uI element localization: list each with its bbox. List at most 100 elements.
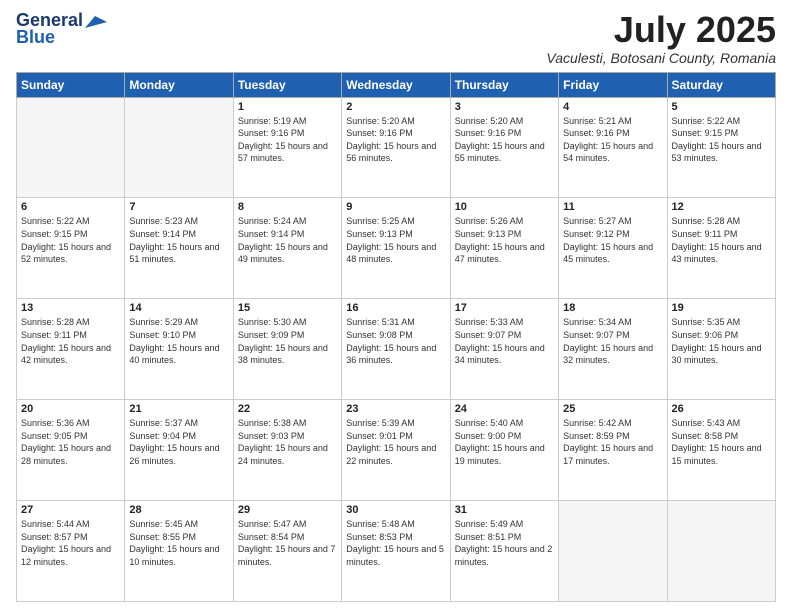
calendar-cell: 4Sunrise: 5:21 AM Sunset: 9:16 PM Daylig… <box>559 97 667 198</box>
day-info: Sunrise: 5:31 AM Sunset: 9:08 PM Dayligh… <box>346 316 445 366</box>
day-number: 16 <box>346 302 445 314</box>
day-info: Sunrise: 5:23 AM Sunset: 9:14 PM Dayligh… <box>129 215 228 265</box>
logo-icon <box>85 14 107 30</box>
day-info: Sunrise: 5:35 AM Sunset: 9:06 PM Dayligh… <box>672 316 771 366</box>
day-info: Sunrise: 5:43 AM Sunset: 8:58 PM Dayligh… <box>672 417 771 467</box>
calendar-cell: 14Sunrise: 5:29 AM Sunset: 9:10 PM Dayli… <box>125 299 233 400</box>
calendar-cell: 13 Sunrise: 5:28 AM Sunset: 9:11 PM Dayli… <box>17 299 125 400</box>
week-row-3: 13 Sunrise: 5:28 AM Sunset: 9:11 PM Dayli… <box>17 299 776 400</box>
day-info: Sunrise: 5:27 AM Sunset: 9:12 PM Dayligh… <box>563 215 662 265</box>
calendar-cell: 22 Sunrise: 5:38 AM Sunset: 9:03 PM Dayli… <box>233 400 341 501</box>
calendar-cell: 11 Sunrise: 5:27 AM Sunset: 9:12 PM Dayli… <box>559 198 667 299</box>
day-info: Sunrise: 5:37 AM Sunset: 9:04 PM Dayligh… <box>129 417 228 467</box>
calendar-cell <box>17 97 125 198</box>
day-info: Sunrise: 5:22 AM Sunset: 9:15 PM Dayligh… <box>21 215 120 265</box>
day-info: Sunrise: 5:47 AM Sunset: 8:54 PM Dayligh… <box>238 518 337 568</box>
day-number: 19 <box>672 302 771 314</box>
calendar-cell: 20 Sunrise: 5:36 AM Sunset: 9:05 PM Dayli… <box>17 400 125 501</box>
day-info: Sunrise: 5:44 AM Sunset: 8:57 PM Dayligh… <box>21 518 120 568</box>
day-number: 26 <box>672 403 771 415</box>
calendar-cell: 27 Sunrise: 5:44 AM Sunset: 8:57 PM Dayli… <box>17 501 125 602</box>
week-row-2: 6 Sunrise: 5:22 AM Sunset: 9:15 PM Daylig… <box>17 198 776 299</box>
day-info: Sunrise: 5:29 AM Sunset: 9:10 PM Dayligh… <box>129 316 228 366</box>
month-title: July 2025 <box>546 10 776 50</box>
header: General Blue July 2025 Vaculesti, Botosa… <box>16 10 776 66</box>
day-info: Sunrise: 5:38 AM Sunset: 9:03 PM Dayligh… <box>238 417 337 467</box>
col-tuesday: Tuesday <box>233 72 341 97</box>
calendar-cell <box>667 501 775 602</box>
day-number: 27 <box>21 504 120 516</box>
day-number: 10 <box>455 201 554 213</box>
day-info: Sunrise: 5:48 AM Sunset: 8:53 PM Dayligh… <box>346 518 445 568</box>
day-number: 3 <box>455 101 554 113</box>
day-number: 2 <box>346 101 445 113</box>
calendar-cell: 2 Sunrise: 5:20 AM Sunset: 9:16 PM Daylig… <box>342 97 450 198</box>
calendar-cell: 17Sunrise: 5:33 AM Sunset: 9:07 PM Dayli… <box>450 299 558 400</box>
calendar-cell: 3 Sunrise: 5:20 AM Sunset: 9:16 PM Daylig… <box>450 97 558 198</box>
day-info: Sunrise: 5:20 AM Sunset: 9:16 PM Dayligh… <box>346 115 445 165</box>
logo: General Blue <box>16 10 107 48</box>
day-number: 23 <box>346 403 445 415</box>
day-info: Sunrise: 5:30 AM Sunset: 9:09 PM Dayligh… <box>238 316 337 366</box>
logo-blue: Blue <box>16 27 55 48</box>
day-number: 25 <box>563 403 662 415</box>
col-sunday: Sunday <box>17 72 125 97</box>
calendar-cell: 5Sunrise: 5:22 AM Sunset: 9:15 PM Daylig… <box>667 97 775 198</box>
day-info: Sunrise: 5:34 AM Sunset: 9:07 PM Dayligh… <box>563 316 662 366</box>
col-wednesday: Wednesday <box>342 72 450 97</box>
day-info: Sunrise: 5:49 AM Sunset: 8:51 PM Dayligh… <box>455 518 554 568</box>
day-number: 5 <box>672 101 771 113</box>
calendar-cell: 30 Sunrise: 5:48 AM Sunset: 8:53 PM Dayli… <box>342 501 450 602</box>
day-number: 20 <box>21 403 120 415</box>
day-number: 18 <box>563 302 662 314</box>
day-number: 28 <box>129 504 228 516</box>
day-number: 9 <box>346 201 445 213</box>
calendar-cell: 29Sunrise: 5:47 AM Sunset: 8:54 PM Dayli… <box>233 501 341 602</box>
day-number: 13 <box>21 302 120 314</box>
day-number: 8 <box>238 201 337 213</box>
day-number: 1 <box>238 101 337 113</box>
day-number: 30 <box>346 504 445 516</box>
col-saturday: Saturday <box>667 72 775 97</box>
week-row-5: 27 Sunrise: 5:44 AM Sunset: 8:57 PM Dayli… <box>17 501 776 602</box>
day-number: 22 <box>238 403 337 415</box>
calendar-cell <box>559 501 667 602</box>
day-info: Sunrise: 5:39 AM Sunset: 9:01 PM Dayligh… <box>346 417 445 467</box>
day-number: 21 <box>129 403 228 415</box>
calendar-cell: 6 Sunrise: 5:22 AM Sunset: 9:15 PM Daylig… <box>17 198 125 299</box>
day-number: 4 <box>563 101 662 113</box>
title-block: July 2025 Vaculesti, Botosani County, Ro… <box>546 10 776 66</box>
day-info: Sunrise: 5:26 AM Sunset: 9:13 PM Dayligh… <box>455 215 554 265</box>
day-number: 12 <box>672 201 771 213</box>
col-monday: Monday <box>125 72 233 97</box>
day-info: Sunrise: 5:40 AM Sunset: 9:00 PM Dayligh… <box>455 417 554 467</box>
calendar-cell: 10 Sunrise: 5:26 AM Sunset: 9:13 PM Dayli… <box>450 198 558 299</box>
day-info: Sunrise: 5:33 AM Sunset: 9:07 PM Dayligh… <box>455 316 554 366</box>
calendar-cell: 1 Sunrise: 5:19 AM Sunset: 9:16 PM Daylig… <box>233 97 341 198</box>
day-info: Sunrise: 5:25 AM Sunset: 9:13 PM Dayligh… <box>346 215 445 265</box>
calendar-table: Sunday Monday Tuesday Wednesday Thursday… <box>16 72 776 602</box>
page: General Blue July 2025 Vaculesti, Botosa… <box>0 0 792 612</box>
week-row-1: 1 Sunrise: 5:19 AM Sunset: 9:16 PM Daylig… <box>17 97 776 198</box>
day-info: Sunrise: 5:28 AM Sunset: 9:11 PM Dayligh… <box>21 316 120 366</box>
day-number: 11 <box>563 201 662 213</box>
calendar-cell: 9 Sunrise: 5:25 AM Sunset: 9:13 PM Daylig… <box>342 198 450 299</box>
calendar-cell: 12Sunrise: 5:28 AM Sunset: 9:11 PM Dayli… <box>667 198 775 299</box>
col-thursday: Thursday <box>450 72 558 97</box>
calendar-cell: 16 Sunrise: 5:31 AM Sunset: 9:08 PM Dayli… <box>342 299 450 400</box>
day-number: 6 <box>21 201 120 213</box>
week-row-4: 20 Sunrise: 5:36 AM Sunset: 9:05 PM Dayli… <box>17 400 776 501</box>
calendar-cell: 31 Sunrise: 5:49 AM Sunset: 8:51 PM Dayli… <box>450 501 558 602</box>
day-number: 31 <box>455 504 554 516</box>
day-info: Sunrise: 5:20 AM Sunset: 9:16 PM Dayligh… <box>455 115 554 165</box>
calendar-cell: 19 Sunrise: 5:35 AM Sunset: 9:06 PM Dayli… <box>667 299 775 400</box>
day-info: Sunrise: 5:36 AM Sunset: 9:05 PM Dayligh… <box>21 417 120 467</box>
day-number: 15 <box>238 302 337 314</box>
calendar-body: 1 Sunrise: 5:19 AM Sunset: 9:16 PM Daylig… <box>17 97 776 601</box>
calendar-cell: 7Sunrise: 5:23 AM Sunset: 9:14 PM Daylig… <box>125 198 233 299</box>
calendar-cell: 21 Sunrise: 5:37 AM Sunset: 9:04 PM Dayli… <box>125 400 233 501</box>
calendar-cell: 28Sunrise: 5:45 AM Sunset: 8:55 PM Dayli… <box>125 501 233 602</box>
day-info: Sunrise: 5:19 AM Sunset: 9:16 PM Dayligh… <box>238 115 337 165</box>
day-info: Sunrise: 5:42 AM Sunset: 8:59 PM Dayligh… <box>563 417 662 467</box>
location-title: Vaculesti, Botosani County, Romania <box>546 50 776 66</box>
